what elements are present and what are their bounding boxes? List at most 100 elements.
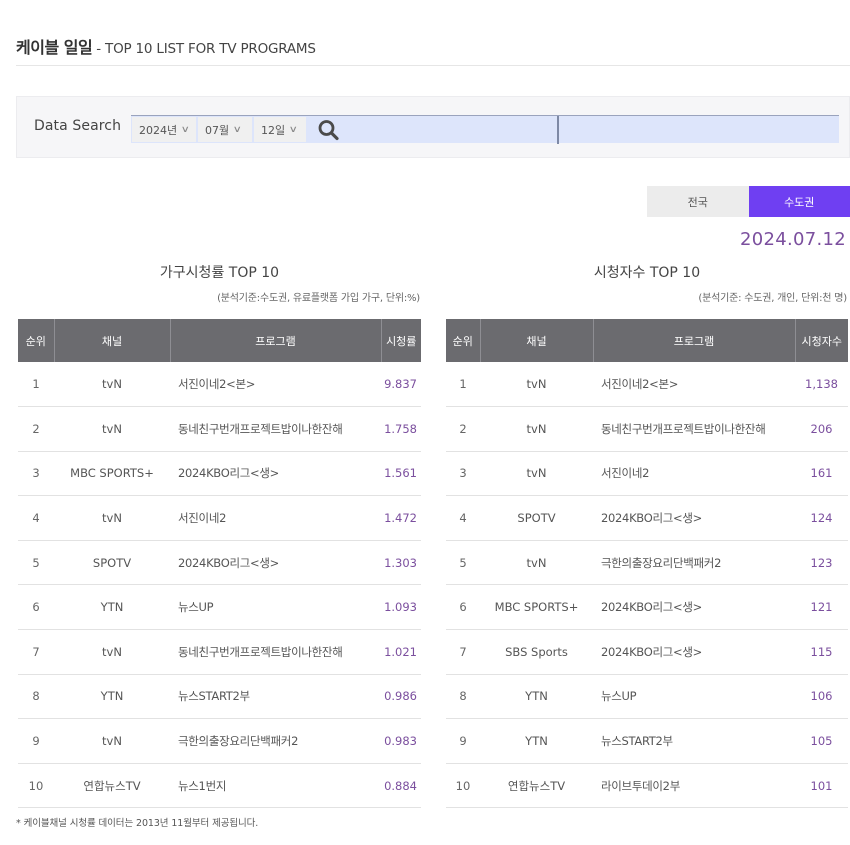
table-row: 2 tvN 동네친구번개프로젝트밥이나한잔해 206 [446, 406, 848, 452]
table-row: 3 MBC SPORTS+ 2024KBO리그<생> 1.561 [18, 451, 421, 497]
chevron-down-icon: ∨ [232, 124, 243, 135]
program-cell: 2024KBO리그<생> [593, 495, 795, 541]
program-cell: 라이브투데이2부 [593, 763, 795, 809]
program-cell: 2024KBO리그<생> [593, 629, 795, 675]
table-row: 10 연합뉴스TV 라이브투데이2부 101 [446, 763, 848, 809]
program-cell: 서진이네2 [170, 495, 381, 541]
rank-cell: 8 [446, 674, 480, 720]
rank-cell: 5 [446, 540, 480, 586]
program-cell: 2024KBO리그<생> [593, 584, 795, 631]
channel-cell: tvN [54, 718, 170, 764]
household-rating-table: 순위 채널 프로그램 시청률 1 tvN 서진이네2<본> 9.837 2 tvN 동네친구… [18, 319, 421, 809]
page-header: 케이블 일일 - TOP 10 LIST FOR TV PROGRAMS [16, 34, 850, 66]
data-search-label: Data Search [34, 118, 122, 134]
channel-cell: tvN [480, 540, 593, 586]
viewers-table: 순위 채널 프로그램 시청자수 1 tvN 서진이네2<본> 1,138 2 tvN 동네친… [446, 319, 848, 809]
rank-cell: 3 [18, 451, 54, 497]
program-cell: 동네친구번개프로젝트밥이나한잔해 [170, 406, 381, 452]
program-cell: 뉴스START2부 [170, 674, 381, 720]
rank-cell: 3 [446, 451, 480, 497]
channel-cell: tvN [480, 451, 593, 497]
program-cell: 서진이네2 [593, 451, 795, 497]
value-cell: 1.561 [381, 451, 421, 497]
channel-cell: YTN [480, 674, 593, 720]
value-cell: 206 [795, 406, 848, 452]
rank-cell: 5 [18, 540, 54, 586]
value-cell: 105 [795, 718, 848, 764]
rank-cell: 4 [446, 495, 480, 541]
table-row: 8 YTN 뉴스UP 106 [446, 674, 848, 720]
selected-date: 2024.07.12 [739, 229, 846, 250]
table-row: 9 YTN 뉴스START2부 105 [446, 718, 848, 764]
viewers-panel: 시청자수 TOP 10 (분석기준: 수도권, 개인, 단위:천 명) 순위 채… [446, 262, 848, 809]
channel-cell: SPOTV [480, 495, 593, 541]
value-cell: 1.093 [381, 584, 421, 631]
column-header-rank: 순위 [446, 319, 481, 362]
value-cell: 1.303 [381, 540, 421, 586]
channel-cell: 연합뉴스TV [54, 763, 170, 809]
rank-cell: 7 [18, 629, 54, 675]
rank-cell: 8 [18, 674, 54, 720]
search-bar: 2024년 ∨ 07월 ∨ 12일 ∨ [131, 115, 839, 144]
footnote: * 케이블채널 시청률 데이터는 2013년 11월부터 제공됩니다. [16, 818, 259, 829]
rank-cell: 4 [18, 495, 54, 541]
day-value: 12일 [261, 123, 286, 137]
value-cell: 9.837 [381, 362, 421, 408]
value-cell: 121 [795, 584, 848, 631]
table-row: 3 tvN 서진이네2 161 [446, 451, 848, 497]
month-value: 07월 [205, 123, 230, 137]
table-row: 1 tvN 서진이네2<본> 1,138 [446, 362, 848, 408]
rank-cell: 2 [18, 406, 54, 452]
chevron-down-icon: ∨ [288, 124, 299, 135]
page-title: 케이블 일일 [16, 38, 93, 57]
channel-cell: tvN [54, 406, 170, 452]
viewers-note: (분석기준: 수도권, 개인, 단위:천 명) [698, 293, 847, 304]
region-tabs: 전국 수도권 [647, 186, 850, 217]
program-cell: 서진이네2<본> [170, 362, 381, 408]
rank-cell: 9 [446, 718, 480, 764]
day-select[interactable]: 12일 ∨ [254, 117, 306, 142]
value-cell: 0.884 [381, 763, 421, 809]
channel-cell: tvN [54, 495, 170, 541]
table-row: 7 tvN 동네친구번개프로젝트밥이나한잔해 1.021 [18, 629, 421, 675]
program-cell: 뉴스START2부 [593, 718, 795, 764]
household-rating-note: (분석기준:수도권, 유료플랫폼 가입 가구, 단위:%) [217, 293, 420, 304]
column-header-channel: 채널 [54, 319, 171, 362]
search-bar-divider [557, 116, 559, 144]
search-button[interactable] [316, 118, 342, 142]
month-select[interactable]: 07월 ∨ [198, 117, 252, 142]
year-select[interactable]: 2024년 ∨ [132, 117, 196, 142]
column-header-channel: 채널 [480, 319, 594, 362]
rank-cell: 6 [446, 584, 480, 631]
program-cell: 극한의출장요리단백패커2 [170, 718, 381, 764]
program-cell: 2024KBO리그<생> [170, 451, 381, 497]
value-cell: 1.472 [381, 495, 421, 541]
program-cell: 동네친구번개프로젝트밥이나한잔해 [593, 406, 795, 452]
channel-cell: 연합뉴스TV [480, 763, 593, 809]
year-value: 2024년 [139, 123, 178, 137]
table-row: 2 tvN 동네친구번개프로젝트밥이나한잔해 1.758 [18, 406, 421, 452]
column-header-rating: 시청률 [381, 319, 421, 362]
household-rating-panel: 가구시청률 TOP 10 (분석기준:수도권, 유료플랫폼 가입 가구, 단위:… [18, 262, 421, 809]
table-row: 5 SPOTV 2024KBO리그<생> 1.303 [18, 540, 421, 586]
table-row: 5 tvN 극한의출장요리단백패커2 123 [446, 540, 848, 586]
household-rating-title: 가구시청률 TOP 10 [159, 265, 280, 281]
channel-cell: SBS Sports [480, 629, 593, 675]
value-cell: 0.983 [381, 718, 421, 764]
table-row: 7 SBS Sports 2024KBO리그<생> 115 [446, 629, 848, 675]
value-cell: 106 [795, 674, 848, 720]
tab-nationwide[interactable]: 전국 [647, 186, 749, 217]
channel-cell: MBC SPORTS+ [54, 451, 170, 497]
channel-cell: tvN [480, 362, 593, 408]
program-cell: 뉴스UP [593, 674, 795, 720]
value-cell: 124 [795, 495, 848, 541]
value-cell: 101 [795, 763, 848, 809]
tab-capital-area[interactable]: 수도권 [748, 186, 850, 217]
data-search-panel: Data Search 2024년 ∨ 07월 ∨ 12일 ∨ [16, 96, 850, 158]
chevron-down-icon: ∨ [180, 124, 191, 135]
value-cell: 1,138 [795, 362, 848, 408]
rank-cell: 2 [446, 406, 480, 452]
table-row: 6 YTN 뉴스UP 1.093 [18, 584, 421, 631]
table-row: 9 tvN 극한의출장요리단백패커2 0.983 [18, 718, 421, 764]
table-row: 4 tvN 서진이네2 1.472 [18, 495, 421, 541]
